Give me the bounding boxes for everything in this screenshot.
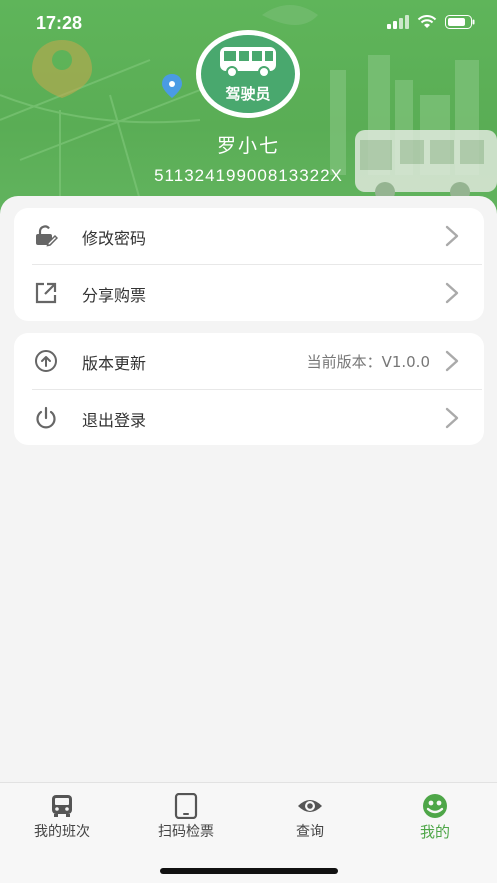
home-indicator [160, 868, 338, 874]
battery-icon [445, 15, 475, 29]
menu-item-label: 退出登录 [82, 411, 147, 430]
map-pin-large-icon [32, 40, 92, 98]
share-icon [34, 281, 58, 305]
tab-label: 我的班次 [34, 824, 90, 840]
app-settings-card: 版本更新 当前版本：V1.0.0 退出登录 [14, 333, 484, 445]
bus-avatar-icon [220, 47, 276, 78]
tab-my-shifts[interactable]: 我的班次 [0, 783, 124, 855]
menu-item-label: 版本更新 [82, 354, 147, 373]
signal-icon [387, 15, 409, 29]
menu-item-label: 修改密码 [82, 229, 147, 248]
chevron-right-icon [445, 225, 459, 247]
avatar[interactable]: 驾驶员 [193, 30, 303, 120]
menu-item-label: 分享购票 [82, 286, 147, 305]
eye-icon [298, 800, 322, 812]
current-version-text: 当前版本：V1.0.0 [306, 353, 430, 371]
tab-scan-ticket[interactable]: 扫码检票 [124, 783, 248, 855]
menu-item-version-update[interactable]: 版本更新 当前版本：V1.0.0 [14, 333, 484, 389]
status-time: 17:28 [36, 13, 83, 33]
user-id-number: 51132419900813322X [154, 166, 343, 185]
chevron-right-icon [445, 350, 459, 372]
power-icon [34, 406, 58, 430]
account-settings-card: 修改密码 分享购票 [14, 208, 484, 321]
chevron-right-icon [445, 282, 459, 304]
tab-label: 我的 [419, 823, 450, 841]
bus-icon [52, 795, 72, 817]
menu-item-change-password[interactable]: 修改密码 [14, 208, 484, 264]
user-name: 罗小七 [216, 135, 280, 157]
tab-label: 扫码检票 [158, 824, 214, 840]
tab-query[interactable]: 查询 [248, 783, 372, 855]
tablet-icon [174, 793, 198, 819]
chevron-right-icon [445, 407, 459, 429]
map-pin-small-icon [162, 74, 182, 98]
upload-icon [34, 349, 58, 373]
tab-mine[interactable]: 我的 [373, 783, 497, 855]
wifi-icon [417, 15, 437, 28]
menu-item-logout[interactable]: 退出登录 [14, 390, 484, 446]
tab-label: 查询 [296, 824, 324, 840]
user-face-icon [423, 794, 447, 818]
lock-edit-icon [34, 224, 58, 248]
menu-item-share-tickets[interactable]: 分享购票 [14, 265, 484, 321]
role-badge: 驾驶员 [225, 85, 271, 103]
